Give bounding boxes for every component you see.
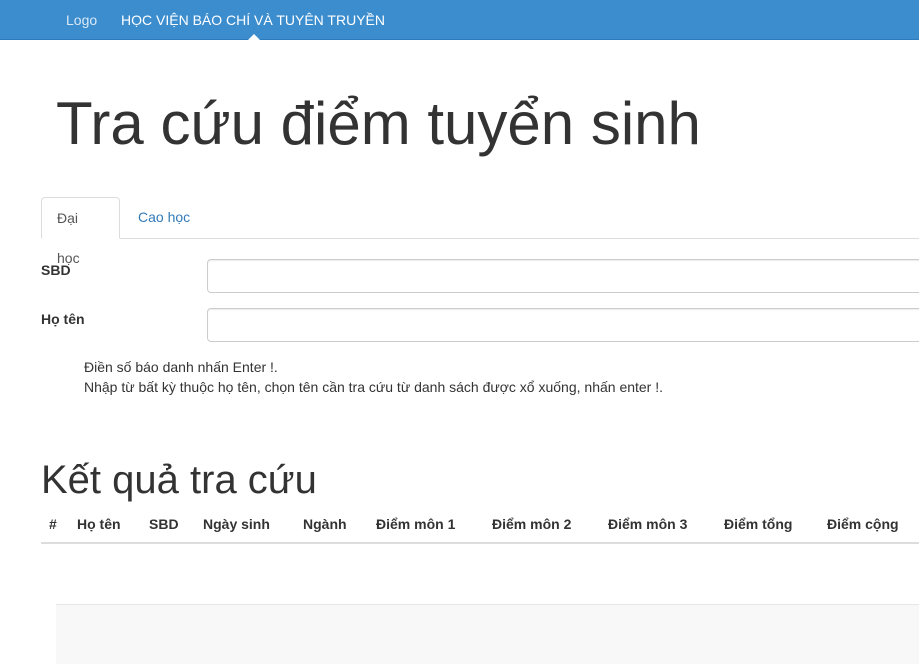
column-header-score-2: Điểm môn 2 (492, 516, 572, 532)
column-header-sbd: SBD (149, 516, 179, 532)
column-header-birthdate: Ngày sinh (203, 516, 270, 532)
name-label: Họ tên (41, 311, 85, 327)
column-header-name: Họ tên (77, 516, 121, 532)
footer-panel (56, 604, 919, 664)
active-indicator-caret-icon (248, 34, 260, 40)
column-header-index: # (49, 516, 57, 532)
brand-link[interactable]: HỌC VIỆN BÁO CHÍ VÀ TUYÊN TRUYỀN (121, 12, 385, 28)
top-navbar: Logo HỌC VIỆN BÁO CHÍ VÀ TUYÊN TRUYỀN (0, 0, 919, 40)
column-header-total: Điểm tổng (724, 516, 793, 532)
results-title: Kết quả tra cứu (41, 458, 317, 502)
column-header-score-3: Điểm môn 3 (608, 516, 688, 532)
hint-name: Nhập từ bất kỳ thuộc họ tên, chọn tên cầ… (84, 379, 664, 395)
sbd-label: SBD (41, 262, 71, 278)
column-header-major: Ngành (303, 516, 347, 532)
tab-dai-hoc[interactable]: Đại học (41, 197, 120, 266)
column-header-score-1: Điểm môn 1 (376, 516, 456, 532)
sbd-input[interactable] (207, 259, 919, 293)
logo-link[interactable]: Logo (66, 12, 97, 28)
name-input[interactable] (207, 308, 919, 342)
results-table-header: # Họ tên SBD Ngày sinh Ngành Điểm môn 1 … (41, 507, 919, 544)
column-header-bonus: Điểm cộng (827, 516, 899, 532)
hint-sbd: Điền số báo danh nhấn Enter !. (84, 359, 278, 375)
level-tabs: Đại học Cao học (41, 197, 919, 266)
tab-cao-hoc[interactable]: Cao học (123, 197, 205, 239)
page-title: Tra cứu điểm tuyển sinh (56, 90, 701, 157)
